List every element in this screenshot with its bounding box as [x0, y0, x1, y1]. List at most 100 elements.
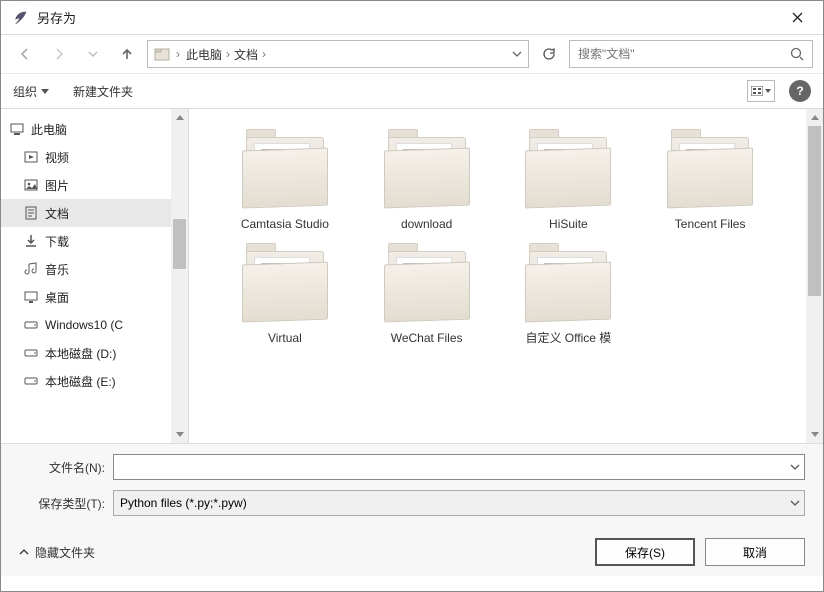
type-dropdown[interactable] — [790, 500, 800, 506]
video-icon — [23, 149, 39, 165]
tree-item-music[interactable]: 音乐 — [1, 255, 171, 283]
tree-item-label: 桌面 — [45, 289, 69, 306]
folder-icon — [523, 243, 613, 325]
toolbar: 组织 新建文件夹 ? — [1, 73, 823, 109]
address-dropdown[interactable] — [512, 51, 522, 57]
address-bar[interactable]: › 此电脑 › 文档 › — [147, 40, 529, 68]
folder-label: HiSuite — [549, 217, 588, 233]
cancel-button[interactable]: 取消 — [705, 538, 805, 566]
help-button[interactable]: ? — [789, 80, 811, 102]
refresh-button[interactable] — [535, 40, 563, 68]
filename-dropdown[interactable] — [790, 464, 800, 470]
tree-item-label: 本地磁盘 (E:) — [45, 373, 116, 390]
help-icon: ? — [796, 84, 803, 98]
titlebar: 另存为 — [1, 1, 823, 35]
tree-item-pc[interactable]: 此电脑 — [1, 115, 171, 143]
tree-item-label: 下载 — [45, 233, 69, 250]
breadcrumb-item[interactable]: 文档 — [234, 46, 258, 63]
desktop-icon — [23, 289, 39, 305]
tree-scrollbar[interactable] — [171, 109, 188, 443]
type-label: 保存类型(T): — [19, 495, 105, 512]
disk-icon — [23, 317, 39, 333]
scroll-thumb[interactable] — [808, 126, 821, 296]
type-combobox[interactable]: Python files (*.py;*.pyw) — [113, 490, 805, 516]
breadcrumb-item[interactable]: 此电脑 — [186, 46, 222, 63]
up-button[interactable] — [113, 40, 141, 68]
tree-item-desktop[interactable]: 桌面 — [1, 283, 171, 311]
recent-dropdown[interactable] — [79, 40, 107, 68]
search-icon — [790, 47, 804, 61]
folder-item[interactable]: Camtasia Studio — [219, 129, 351, 233]
save-button[interactable]: 保存(S) — [595, 538, 695, 566]
breadcrumb: 此电脑 › 文档 › — [186, 46, 506, 63]
document-icon — [23, 205, 39, 221]
folder-item[interactable]: HiSuite — [503, 129, 635, 233]
tree-item-video[interactable]: 视频 — [1, 143, 171, 171]
organize-label: 组织 — [13, 83, 37, 100]
tree-item-label: 音乐 — [45, 261, 69, 278]
folder-icon — [382, 243, 472, 325]
files-scrollbar[interactable] — [806, 109, 823, 443]
caret-down-icon — [765, 89, 771, 93]
folder-item[interactable]: 自定义 Office 模 — [503, 243, 635, 347]
organize-menu[interactable]: 组织 — [13, 83, 49, 100]
chevron-right-icon: › — [262, 47, 266, 61]
scroll-up-icon[interactable] — [171, 109, 188, 126]
chevron-down-icon — [790, 464, 800, 470]
arrow-right-icon — [51, 46, 67, 62]
folder-icon — [523, 129, 613, 211]
nav-tree: 此电脑视频图片文档下载音乐桌面 Windows10 (C 本地磁盘 (D:) 本地磁盘… — [1, 109, 189, 443]
tree-item-picture[interactable]: 图片 — [1, 171, 171, 199]
back-button[interactable] — [11, 40, 39, 68]
tree-item-label: 图片 — [45, 177, 69, 194]
tree-item-disk[interactable]: Windows10 (C — [1, 311, 171, 339]
scroll-down-icon[interactable] — [171, 426, 188, 443]
tree-item-disk[interactable]: 本地磁盘 (D:) — [1, 339, 171, 367]
arrow-up-icon — [119, 46, 135, 62]
folder-label: WeChat Files — [391, 331, 463, 347]
forward-button[interactable] — [45, 40, 73, 68]
close-button[interactable] — [781, 6, 813, 30]
music-icon — [23, 261, 39, 277]
tree-item-document[interactable]: 文档 — [1, 199, 171, 227]
body: 此电脑视频图片文档下载音乐桌面 Windows10 (C 本地磁盘 (D:) 本地磁盘… — [1, 109, 823, 443]
tree-item-label: 视频 — [45, 149, 69, 166]
folder-item[interactable]: Tencent Files — [644, 129, 776, 233]
scroll-thumb[interactable] — [173, 219, 186, 269]
view-icon — [751, 86, 763, 96]
disk-icon — [23, 345, 39, 361]
new-folder-button[interactable]: 新建文件夹 — [73, 83, 133, 100]
folder-item[interactable]: Virtual — [219, 243, 351, 347]
type-value: Python files (*.py;*.pyw) — [120, 496, 798, 510]
tree-item-download[interactable]: 下载 — [1, 227, 171, 255]
folder-icon — [240, 129, 330, 211]
folder-icon — [665, 129, 755, 211]
chevron-down-icon — [88, 51, 98, 57]
filename-input[interactable] — [120, 460, 798, 474]
search-box[interactable] — [569, 40, 813, 68]
chevron-up-icon — [19, 549, 29, 555]
refresh-icon — [542, 47, 556, 61]
folder-item[interactable]: WeChat Files — [361, 243, 493, 347]
tree-item-label: 文档 — [45, 205, 69, 222]
folder-icon — [382, 129, 472, 211]
view-menu[interactable] — [747, 80, 775, 102]
filename-combobox[interactable] — [113, 454, 805, 480]
search-input[interactable] — [578, 47, 784, 61]
scroll-down-icon[interactable] — [806, 426, 823, 443]
scroll-up-icon[interactable] — [806, 109, 823, 126]
close-icon — [792, 12, 803, 23]
hide-folders-toggle[interactable]: 隐藏文件夹 — [19, 544, 95, 561]
app-icon — [11, 9, 29, 27]
folder-label: 自定义 Office 模 — [525, 331, 611, 347]
navigation-row: › 此电脑 › 文档 › — [1, 35, 823, 73]
hide-folders-label: 隐藏文件夹 — [35, 544, 95, 561]
tree-item-label: 此电脑 — [31, 121, 67, 138]
tree-item-disk[interactable]: 本地磁盘 (E:) — [1, 367, 171, 395]
file-view: Camtasia Studiodownload HiSuite Tencent Fi… — [189, 109, 823, 443]
caret-down-icon — [41, 89, 49, 94]
folder-item[interactable]: download — [361, 129, 493, 233]
arrow-left-icon — [17, 46, 33, 62]
tree-item-label: Windows10 (C — [45, 318, 123, 332]
folder-small-icon — [154, 46, 170, 62]
